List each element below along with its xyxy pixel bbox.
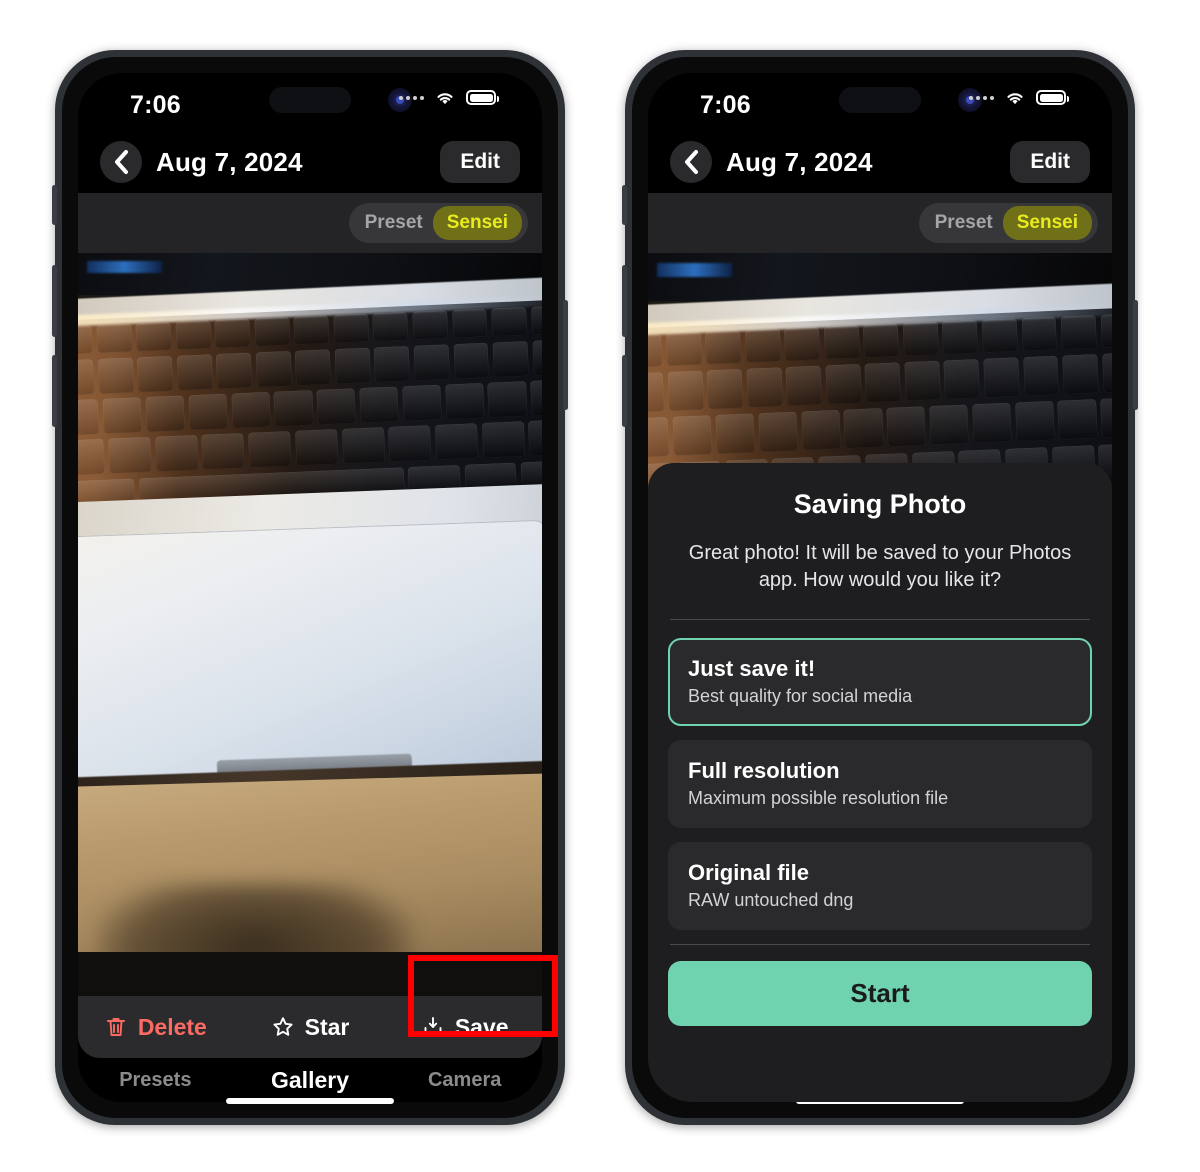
save-button[interactable]: Save: [387, 1014, 542, 1041]
sheet-subtitle: Great photo! It will be saved to your Ph…: [688, 542, 1072, 591]
screenshot-canvas: 7:06 Aug 7, 2024 Edit Preset Sensei Dele…: [0, 0, 1200, 1172]
status-time: 7:06: [130, 91, 181, 119]
back-button[interactable]: [100, 141, 142, 183]
sheet-title: Saving Photo: [793, 489, 967, 520]
sheet-divider-bottom: [670, 944, 1090, 945]
silent-switch-button[interactable]: [52, 185, 57, 225]
option-full-resolution[interactable]: Full resolution Maximum possible resolut…: [668, 740, 1092, 828]
chevron-left-icon: [115, 150, 128, 174]
option-title: Full resolution: [688, 758, 840, 783]
phone-bezel: 7:06: [62, 57, 558, 1118]
tab-camera[interactable]: Camera: [387, 1069, 542, 1092]
silent-switch-button[interactable]: [622, 185, 627, 225]
phone-screen-left: 7:06 Aug 7, 2024 Edit Preset Sensei Dele…: [78, 73, 542, 1102]
bottom-tab-bar: Presets Gallery Camera: [78, 1058, 542, 1102]
status-bar: 7:06: [648, 73, 1112, 131]
home-indicator[interactable]: [226, 1098, 394, 1104]
delete-button[interactable]: Delete: [78, 1014, 233, 1041]
edit-button[interactable]: Edit: [440, 141, 520, 183]
save-options-list: Just save it! Best quality for social me…: [666, 620, 1094, 930]
dynamic-island: [269, 87, 351, 113]
volume-down-button[interactable]: [622, 355, 627, 427]
option-description: Maximum possible resolution file: [688, 788, 949, 808]
edit-button[interactable]: Edit: [1010, 141, 1090, 183]
phone-right: 7:06 Aug 7, 2024 Edit Preset Sensei Savi…: [622, 50, 1138, 1125]
signal-dots-icon: [399, 95, 424, 100]
photo-image[interactable]: [78, 241, 542, 1006]
volume-up-button[interactable]: [52, 265, 57, 337]
star-button[interactable]: Star: [233, 1014, 388, 1041]
preset-selector[interactable]: Preset Sensei: [348, 203, 528, 243]
save-download-icon: [424, 1017, 442, 1036]
page-title: Aug 7, 2024: [156, 146, 303, 177]
power-button[interactable]: [1133, 300, 1138, 410]
photo-viewer: Preset Sensei: [78, 193, 542, 1102]
tab-gallery[interactable]: Gallery: [233, 1067, 388, 1094]
saving-photo-sheet: Saving Photo Great photo! It will be sav…: [648, 463, 1112, 1102]
wifi-icon: [1007, 93, 1023, 105]
option-original-file[interactable]: Original file RAW untouched dng: [668, 842, 1092, 930]
option-title: Original file: [688, 860, 810, 885]
nav-bar: Aug 7, 2024 Edit: [78, 131, 542, 193]
photo-action-bar: Delete Star Save: [78, 996, 542, 1058]
volume-down-button[interactable]: [52, 355, 57, 427]
phone-left: 7:06 Aug 7, 2024 Edit Preset Sensei Dele…: [52, 50, 568, 1125]
preset-bar: Preset Sensei: [78, 193, 542, 253]
volume-up-button[interactable]: [622, 265, 627, 337]
chevron-left-icon: [685, 150, 698, 174]
wifi-icon: [437, 93, 453, 105]
sheet-bottom-padding: [666, 1026, 1094, 1102]
status-icons: [969, 89, 1069, 106]
trash-icon: [106, 1018, 125, 1036]
phone-screen-right: 7:06 Aug 7, 2024 Edit Preset Sensei Savi…: [648, 73, 1112, 1102]
status-icons: [399, 89, 499, 106]
save-label: Save: [454, 1013, 509, 1040]
power-button[interactable]: [563, 300, 568, 410]
status-bar: 7:06: [78, 73, 542, 131]
start-button[interactable]: Start: [668, 961, 1092, 1026]
nav-bar: Aug 7, 2024 Edit: [648, 131, 1112, 193]
status-time: 7:06: [700, 91, 751, 119]
back-button[interactable]: [670, 141, 712, 183]
page-title: Aug 7, 2024: [726, 146, 873, 177]
delete-label: Delete: [137, 1013, 207, 1040]
star-label: Star: [304, 1013, 350, 1040]
option-just-save-it[interactable]: Just save it! Best quality for social me…: [668, 638, 1092, 726]
option-title: Just save it!: [688, 656, 816, 681]
battery-icon: [466, 90, 499, 105]
photo-viewer: Preset Sensei: [648, 193, 1112, 1102]
option-description: RAW untouched dng: [688, 890, 854, 910]
preset-label: Preset: [364, 212, 423, 233]
signal-dots-icon: [969, 95, 994, 100]
battery-icon: [1036, 90, 1069, 105]
tab-presets[interactable]: Presets: [78, 1069, 233, 1092]
option-description: Best quality for social media: [688, 686, 913, 706]
dynamic-island: [839, 87, 921, 113]
phone-bezel: 7:06: [632, 57, 1128, 1118]
preset-value-badge: Sensei: [432, 206, 522, 240]
star-icon: [273, 1017, 293, 1036]
